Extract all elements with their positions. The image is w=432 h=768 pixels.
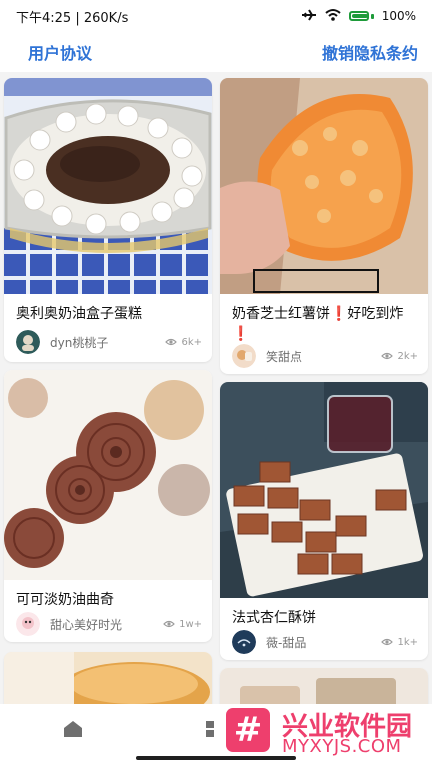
eye-icon: [381, 638, 394, 646]
status-time: 下午4:25: [16, 10, 72, 26]
menu-tab[interactable]: [204, 718, 226, 740]
user-agreement-link[interactable]: 用户协议: [28, 40, 92, 64]
recipe-meta: 薇-甜品 1k+: [232, 630, 418, 654]
view-count-text: 6k+: [181, 336, 202, 348]
view-count: 2k+: [381, 351, 418, 362]
recipe-card[interactable]: 奥利奥奶油盒子蛋糕 dyn桃桃子 6k+: [4, 78, 212, 362]
view-count-text: 1k+: [397, 636, 418, 648]
author-name: 薇-甜品: [266, 635, 307, 650]
status-bar: 下午4:25 | 260K/s 100%: [0, 0, 432, 32]
airplane-icon: [301, 8, 317, 25]
recipe-title: 法式杏仁酥饼: [232, 610, 316, 626]
recipe-card[interactable]: [4, 652, 212, 704]
network-speed: 260K/s: [83, 10, 129, 26]
recipe-meta: 笑甜点 2k+: [232, 344, 418, 368]
recipe-photo: [220, 382, 428, 598]
recipe-card[interactable]: [220, 668, 428, 704]
watermark-url: MYXYJS.COM: [282, 736, 402, 757]
view-count: 1k+: [381, 637, 418, 648]
recipe-title: 可可淡奶油曲奇: [16, 592, 114, 608]
status-right: 100%: [301, 8, 416, 25]
eye-icon: [163, 620, 175, 628]
battery-icon: [348, 11, 374, 21]
view-count-text: 1w+: [179, 618, 202, 630]
eye-icon: [165, 338, 178, 346]
home-tab[interactable]: [62, 718, 84, 740]
recipe-photo: [220, 668, 428, 704]
home-icon: [64, 721, 82, 737]
battery-percent: 100%: [381, 9, 416, 23]
avatar[interactable]: [232, 344, 256, 368]
recipe-card[interactable]: 可可淡奶油曲奇 甜心美好时光 1w+: [4, 370, 212, 642]
recipe-photo: [220, 78, 428, 294]
eye-icon: [381, 352, 394, 360]
author-name: 笑甜点: [266, 349, 303, 364]
recipe-title: 奶香芝士红薯饼❗️好吃到炸❗️: [232, 306, 404, 342]
status-separator: |: [75, 10, 84, 26]
avatar[interactable]: [16, 330, 40, 354]
avatar[interactable]: [232, 630, 256, 654]
view-count: 6k+: [165, 337, 202, 348]
author-name: 甜心美好时光: [50, 617, 123, 632]
view-count: 1w+: [163, 619, 202, 630]
recipe-meta: dyn桃桃子 6k+: [16, 330, 202, 354]
recipe-title: 奥利奥奶油盒子蛋糕: [16, 306, 142, 322]
hash-logo-icon: #: [226, 708, 270, 752]
status-left: 下午4:25 | 260K/s: [16, 7, 128, 26]
avatar[interactable]: [16, 612, 40, 636]
recipe-meta: 甜心美好时光 1w+: [16, 612, 202, 636]
watermark: # 兴业软件园 MYXYJS.COM: [226, 708, 432, 764]
recipe-photo: [4, 370, 212, 580]
recipe-photo: [4, 652, 212, 704]
author-name: dyn桃桃子: [50, 335, 109, 350]
wifi-icon: [325, 8, 341, 25]
recipe-card[interactable]: 奶香芝士红薯饼❗️好吃到炸❗️ 笑甜点 2k+: [220, 78, 428, 374]
view-count-text: 2k+: [397, 350, 418, 362]
top-bar: 用户协议 撤销隐私条约: [0, 32, 432, 72]
recipe-card[interactable]: 法式杏仁酥饼 薇-甜品 1k+: [220, 382, 428, 660]
grid-icon: [206, 721, 214, 737]
recipe-photo: [4, 78, 212, 294]
revoke-privacy-link[interactable]: 撤销隐私条约: [322, 40, 418, 64]
recipe-feed[interactable]: 奥利奥奶油盒子蛋糕 dyn桃桃子 6k+ 奶香芝士红薯饼❗️好吃到炸❗️ 笑甜点…: [0, 72, 432, 704]
